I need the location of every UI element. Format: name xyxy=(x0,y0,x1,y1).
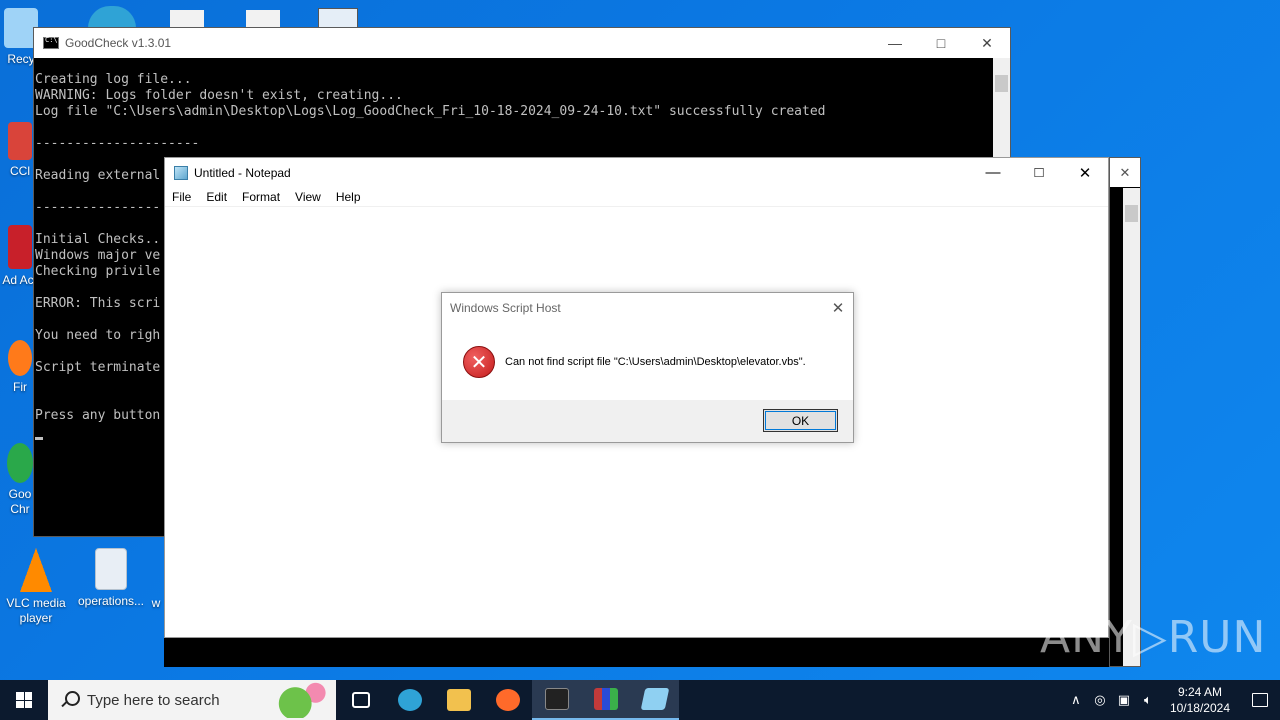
console-line: Windows major ve xyxy=(35,248,161,263)
menu-file[interactable]: File xyxy=(171,190,199,204)
console-line: Reading external xyxy=(35,168,161,183)
notification-button[interactable] xyxy=(1240,693,1280,707)
dialog-message: Can not find script file "C:\Users\admin… xyxy=(505,356,806,368)
dialog-content: ✕ Can not find script file "C:\Users\adm… xyxy=(442,323,853,401)
ccleaner-icon xyxy=(8,122,32,160)
desktop-icon-w[interactable]: w xyxy=(146,548,166,611)
security-icon[interactable]: ◎ xyxy=(1088,692,1112,708)
search-placeholder: Type here to search xyxy=(87,691,220,709)
menu-edit[interactable]: Edit xyxy=(199,190,235,204)
console-window-behind-bottom xyxy=(164,638,1109,667)
firefox-icon xyxy=(495,689,520,711)
close-button[interactable]: ✕ xyxy=(964,28,1010,58)
console-line: Script terminate xyxy=(35,360,161,375)
chrome-icon xyxy=(7,443,33,483)
network-icon[interactable]: ▣ xyxy=(1112,692,1136,708)
console-cursor xyxy=(35,437,43,440)
minimize-button[interactable]: — xyxy=(872,28,918,58)
scroll-thumb[interactable] xyxy=(1125,205,1138,222)
close-button[interactable]: ✕ xyxy=(1110,158,1140,187)
console-line: Initial Checks.. xyxy=(35,232,161,247)
acrobat-icon xyxy=(8,225,32,269)
folder-icon xyxy=(446,689,471,711)
console-title: GoodCheck v1.3.01 xyxy=(65,36,172,50)
error-icon: ✕ xyxy=(463,346,495,378)
close-button[interactable]: ✕ xyxy=(1062,158,1108,188)
desktop-icon-edge-top[interactable] xyxy=(88,6,136,28)
notification-icon xyxy=(1252,693,1268,707)
task-view-button[interactable] xyxy=(336,680,385,720)
console-line: WARNING: Logs folder doesn't exist, crea… xyxy=(35,88,403,103)
console-line: Checking privile xyxy=(35,264,161,279)
console-window-behind[interactable]: ✕ xyxy=(1109,157,1141,667)
search-highlight-icon xyxy=(268,682,336,718)
desktop-icon-operations[interactable]: operations... xyxy=(76,548,146,609)
maximize-button[interactable]: □ xyxy=(1016,158,1062,188)
firefox-icon xyxy=(8,340,32,376)
task-view-icon xyxy=(351,692,370,708)
notepad-icon xyxy=(174,165,188,180)
script-host-dialog[interactable]: Windows Script Host ✕ ✕ Can not find scr… xyxy=(441,292,854,443)
windows-logo-icon xyxy=(16,692,32,708)
dialog-close-button[interactable]: ✕ xyxy=(823,299,853,317)
desktop-icon-vlc[interactable]: VLC media player xyxy=(1,548,71,626)
desktop-icon-file-top-3[interactable] xyxy=(318,8,358,28)
search-box[interactable]: Type here to search xyxy=(48,680,336,720)
clock-date: 10/18/2024 xyxy=(1169,701,1230,715)
image-file-icon xyxy=(95,548,127,590)
console-line: --------------------- xyxy=(35,136,200,151)
taskbar-notepad[interactable] xyxy=(630,680,679,720)
minimize-button[interactable]: — xyxy=(970,158,1016,188)
console-line: ---------------- xyxy=(35,200,161,215)
start-button[interactable] xyxy=(0,680,48,720)
taskbar-file-explorer[interactable] xyxy=(434,680,483,720)
taskbar-edge[interactable] xyxy=(385,680,434,720)
menu-format[interactable]: Format xyxy=(235,190,288,204)
notepad-title: Untitled - Notepad xyxy=(194,165,291,180)
chevron-up-icon[interactable]: ∧ xyxy=(1064,692,1088,708)
dialog-titlebar[interactable]: Windows Script Host ✕ xyxy=(442,293,853,323)
volume-icon[interactable]: 🔈︎ xyxy=(1136,692,1160,708)
taskbar-command-prompt[interactable] xyxy=(532,680,581,720)
console-line: You need to righ xyxy=(35,328,161,343)
console-line: Press any button xyxy=(35,408,161,423)
dialog-title: Windows Script Host xyxy=(450,301,561,315)
clock-time: 9:24 AM xyxy=(1177,685,1222,699)
notepad-titlebar[interactable]: Untitled - Notepad — □ ✕ xyxy=(165,158,1108,187)
taskbar-firefox[interactable] xyxy=(483,680,532,720)
vlc-cone-icon xyxy=(16,548,56,592)
console-line: Log file "C:\Users\admin\Desktop\Logs\Lo… xyxy=(35,104,826,119)
menu-view[interactable]: View xyxy=(288,190,329,204)
console-line: ERROR: This scri xyxy=(35,296,161,311)
dialog-footer: OK xyxy=(442,400,853,442)
edge-icon xyxy=(397,689,422,711)
system-tray: ∧ ◎ ▣ 🔈︎ 9:24 AM 10/18/2024 xyxy=(1064,680,1280,720)
search-icon xyxy=(60,691,80,709)
menu-help[interactable]: Help xyxy=(329,190,369,204)
app-icon xyxy=(593,688,618,710)
maximize-button[interactable]: □ xyxy=(918,28,964,58)
ok-button[interactable]: OK xyxy=(763,409,838,432)
clock[interactable]: 9:24 AM 10/18/2024 xyxy=(1160,684,1240,716)
taskbar: Type here to search ∧ ◎ ▣ 🔈︎ 9:24 AM 10/… xyxy=(0,680,1280,720)
notepad-icon xyxy=(640,688,669,710)
console-scrollbar[interactable] xyxy=(1123,188,1140,666)
command-prompt-icon xyxy=(544,688,569,710)
anyrun-watermark: ANY▷RUN xyxy=(1040,612,1267,663)
desktop-icon-file-top-1[interactable] xyxy=(170,10,204,28)
desktop-icon-file-top-2[interactable] xyxy=(246,10,280,28)
menu-bar: File Edit Format View Help xyxy=(165,187,1108,207)
taskbar-app-multicolor[interactable] xyxy=(581,680,630,720)
console-titlebar[interactable]: GoodCheck v1.3.01 — □ ✕ xyxy=(34,28,1010,58)
console-line: Creating log file... xyxy=(35,72,192,87)
scroll-thumb[interactable] xyxy=(995,75,1008,92)
command-prompt-icon xyxy=(43,36,59,49)
